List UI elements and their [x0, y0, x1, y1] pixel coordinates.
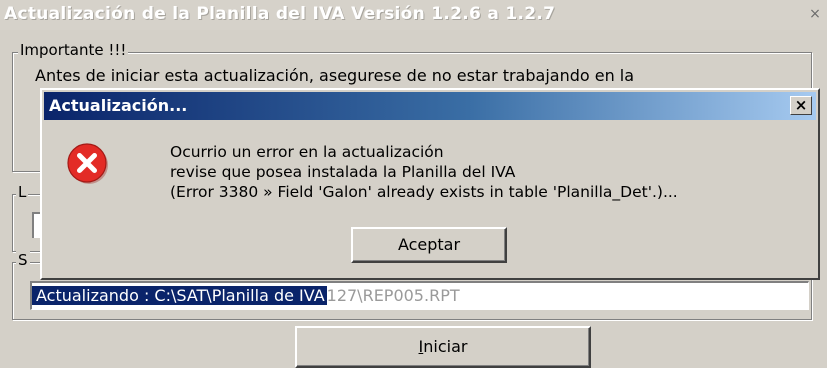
error-message-line: Ocurrio un error en la actualización: [170, 143, 444, 161]
important-text: Antes de iniciar esta actualización, ase…: [35, 66, 635, 85]
dialog-close-icon: ×: [794, 96, 808, 114]
dialog-title-bar: Actualización... ×: [44, 92, 816, 120]
dialog-close-button[interactable]: ×: [790, 96, 812, 115]
status-remaining-text: 127\REP005.RPT: [326, 286, 460, 305]
iniciar-button[interactable]: Iniciar: [295, 326, 591, 368]
group-l-legend: L: [16, 183, 29, 201]
important-group-legend: Importante !!!: [18, 41, 129, 59]
dialog-title: Actualización...: [49, 96, 188, 115]
iniciar-label: niciar: [423, 337, 468, 356]
status-field[interactable]: Actualizando : C:\SAT\Planilla de IVA 127…: [30, 281, 809, 310]
error-message-line: (Error 3380 » Field 'Galon' already exis…: [170, 183, 678, 201]
aceptar-button[interactable]: Aceptar: [351, 227, 507, 263]
parent-title-bar: Actualización de la Planilla del IVA Ver…: [0, 0, 827, 30]
group-s-legend: S: [16, 251, 30, 269]
parent-close-icon[interactable]: ×: [807, 6, 823, 22]
error-message-line: revise que posea instalada la Planilla d…: [170, 163, 516, 181]
parent-window-title: Actualización de la Planilla del IVA Ver…: [4, 4, 556, 24]
status-highlighted-text: Actualizando : C:\SAT\Planilla de IVA: [32, 286, 327, 305]
error-message: Ocurrio un error en la actualización rev…: [170, 142, 678, 202]
error-icon: [67, 143, 108, 184]
error-dialog: Actualización... × Ocurrio un error en l…: [40, 88, 820, 280]
